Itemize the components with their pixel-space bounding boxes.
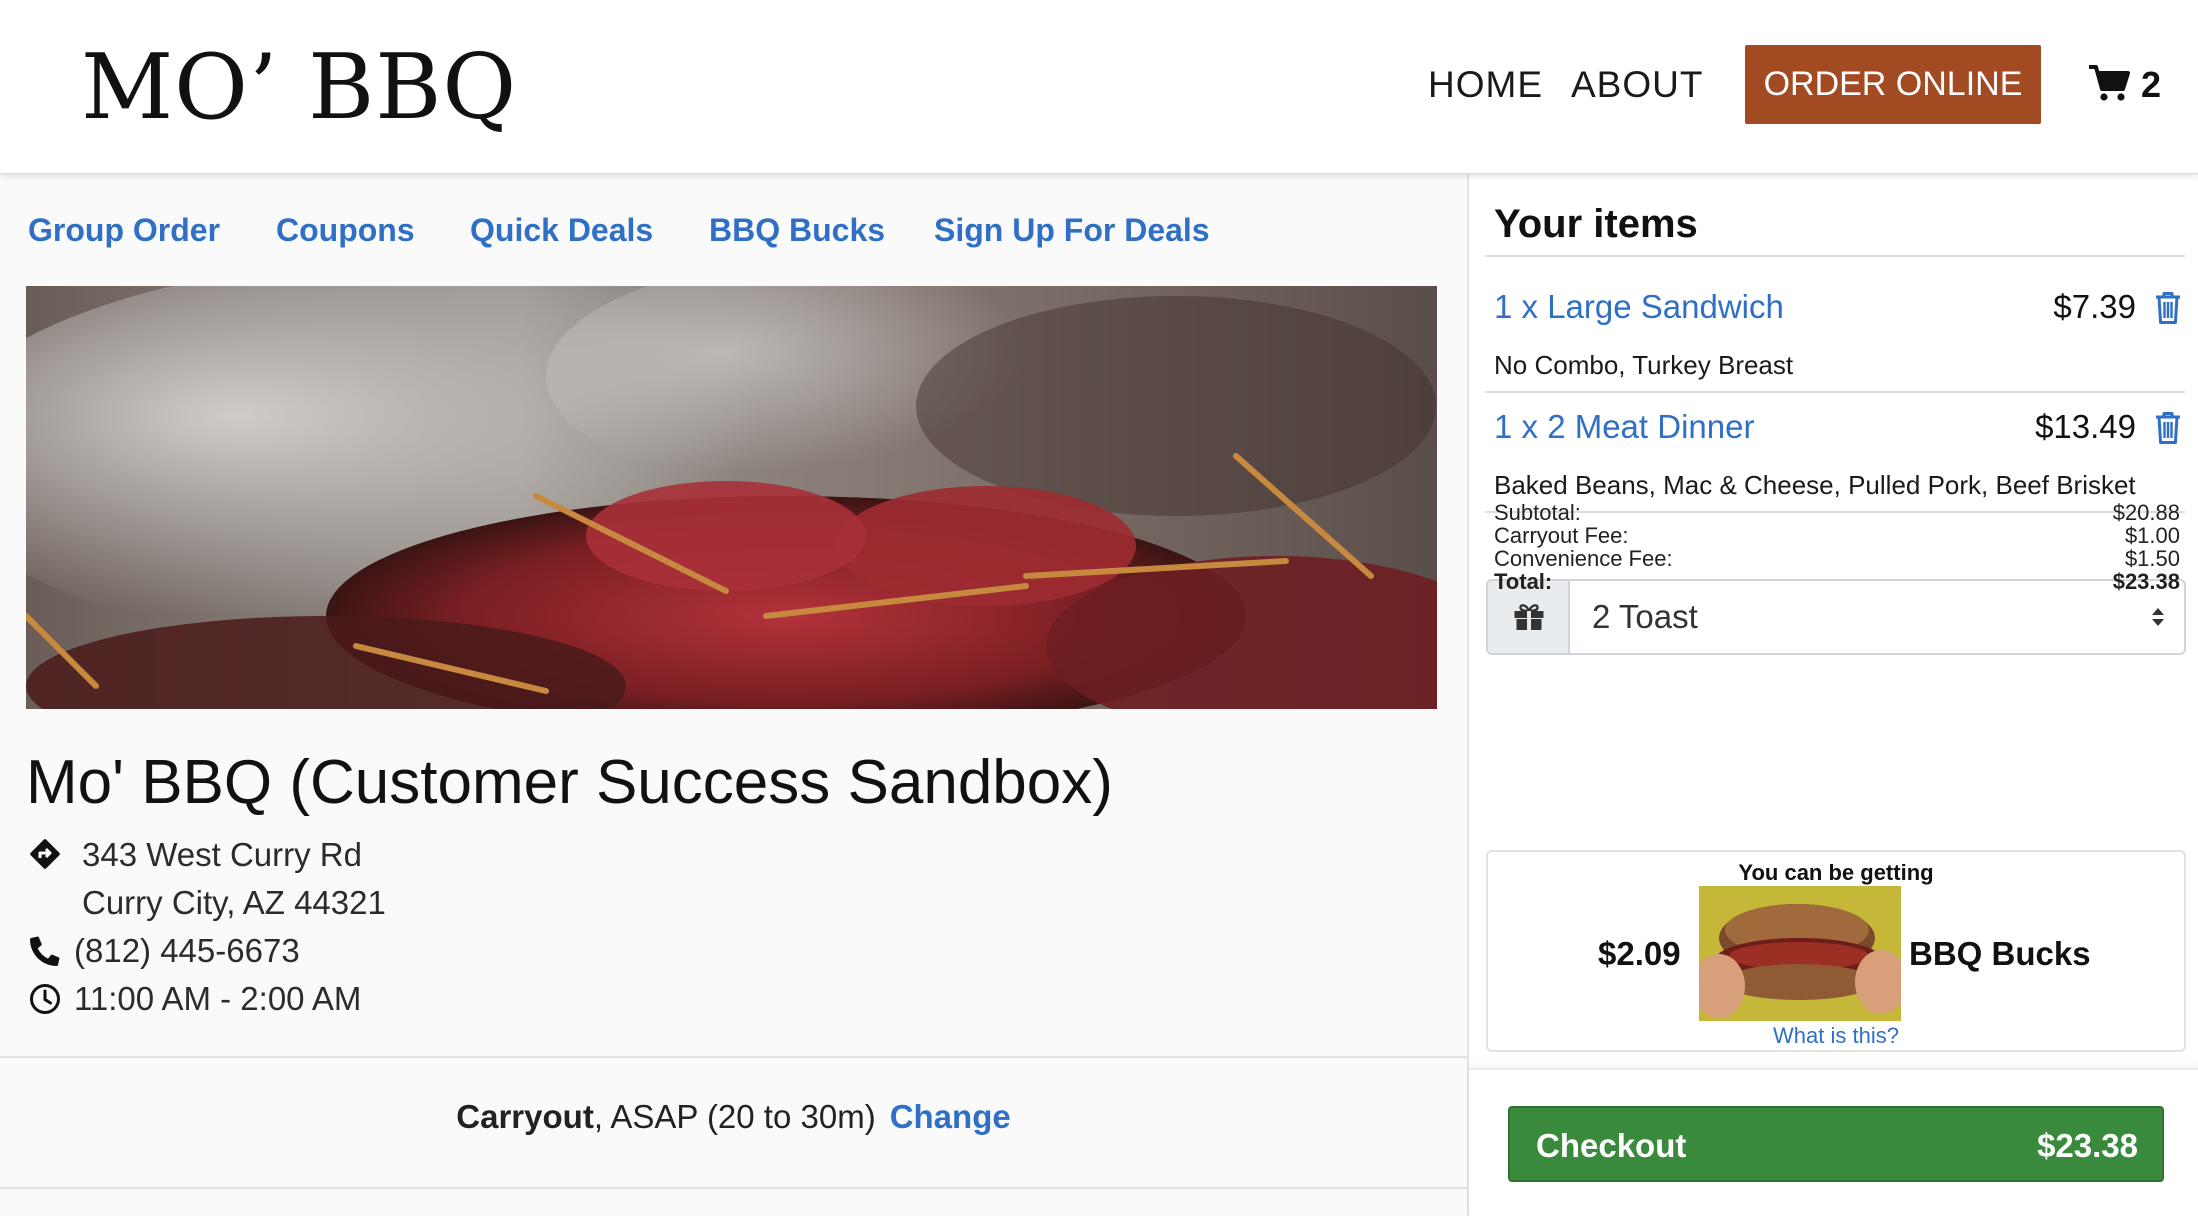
sandwich-image (1699, 886, 1901, 1021)
order-mode-timing: , ASAP (20 to 30m) (593, 1098, 876, 1135)
what-is-this-link[interactable]: What is this? (1488, 1022, 2184, 1050)
cart-sidebar: Your items 1 x Large Sandwich $7.39 No C… (1467, 175, 2198, 1216)
bucks-heading: You can be getting (1738, 860, 1934, 885)
gift-icon (1514, 604, 1544, 630)
cart-divider (1485, 255, 2185, 257)
cart-divider (1485, 391, 2185, 393)
hero-image (26, 286, 1437, 709)
checkout-bar: Checkout $23.38 (1469, 1068, 2198, 1216)
store-phone[interactable]: (812) 445-6673 (74, 929, 300, 973)
site-logo[interactable]: MO’ BBQ (81, 38, 517, 138)
clock-icon (30, 984, 60, 1014)
directions-icon (30, 839, 60, 869)
order-mode-type: Carryout (456, 1098, 594, 1135)
store-title: Mo' BBQ (Customer Success Sandbox) (26, 748, 1113, 817)
order-online-button[interactable]: ORDER ONLINE (1745, 45, 2041, 124)
store-address-line1: 343 West Curry Rd (82, 836, 362, 873)
trash-icon[interactable] (2154, 411, 2182, 445)
phone-icon (29, 936, 60, 967)
cart-item-mods: Baked Beans, Mac & Cheese, Pulled Pork, … (1494, 470, 2136, 500)
gift-card-select[interactable]: 2 Toast (1486, 579, 2186, 655)
cart-item-mods: No Combo, Turkey Breast (1494, 350, 1794, 380)
store-hours: 11:00 AM - 2:00 AM (74, 980, 362, 1017)
nav-home-link[interactable]: HOME (1428, 62, 1543, 108)
cart-item-price: $13.49 (2035, 408, 2136, 445)
cart-divider (1485, 511, 2185, 513)
checkout-label: Checkout (1536, 1127, 1687, 1164)
cart-icon[interactable] (2088, 64, 2130, 102)
checkout-total: $23.38 (2037, 1127, 2138, 1164)
store-address-line2: Curry City, AZ 44321 (82, 884, 386, 921)
select-caret-icon (2152, 608, 2164, 626)
coupons-link[interactable]: Coupons (276, 208, 415, 252)
change-order-mode-link[interactable]: Change (890, 1098, 1011, 1135)
sign-up-for-deals-link[interactable]: Sign Up For Deals (934, 208, 1210, 252)
bucks-amount: $2.09 (1598, 935, 1681, 972)
gift-select-value[interactable]: 2 Toast (1592, 595, 1698, 639)
bbq-bucks-card: You can be getting $2.09 BBQ Bucks What … (1486, 850, 2186, 1052)
cart-title: Your items (1494, 202, 1698, 246)
total-label: Total: (1494, 569, 1553, 594)
cart-item-price: $7.39 (2053, 288, 2136, 325)
cart-count[interactable]: 2 (2141, 62, 2161, 108)
checkout-button[interactable]: Checkout $23.38 (1508, 1106, 2164, 1182)
cart-item-name[interactable]: 1 x Large Sandwich (1494, 285, 1784, 329)
main-column: Group Order Coupons Quick Deals BBQ Buck… (0, 175, 1467, 1216)
bucks-label: BBQ Bucks (1909, 935, 2091, 972)
total-value: $23.38 (2112, 569, 2180, 594)
bbq-bucks-link[interactable]: BBQ Bucks (709, 208, 885, 252)
trash-icon[interactable] (2154, 291, 2182, 325)
group-order-link[interactable]: Group Order (28, 208, 220, 252)
section-divider (0, 1187, 1467, 1189)
quick-deals-link[interactable]: Quick Deals (470, 208, 653, 252)
section-divider (0, 1056, 1467, 1058)
site-header: MO’ BBQ HOME ABOUT ORDER ONLINE 2 (0, 0, 2198, 174)
nav-about-link[interactable]: ABOUT (1571, 62, 1703, 108)
order-mode-line: Carryout, ASAP (20 to 30m) Change (0, 1095, 1467, 1139)
cart-item-name[interactable]: 1 x 2 Meat Dinner (1494, 405, 1754, 449)
